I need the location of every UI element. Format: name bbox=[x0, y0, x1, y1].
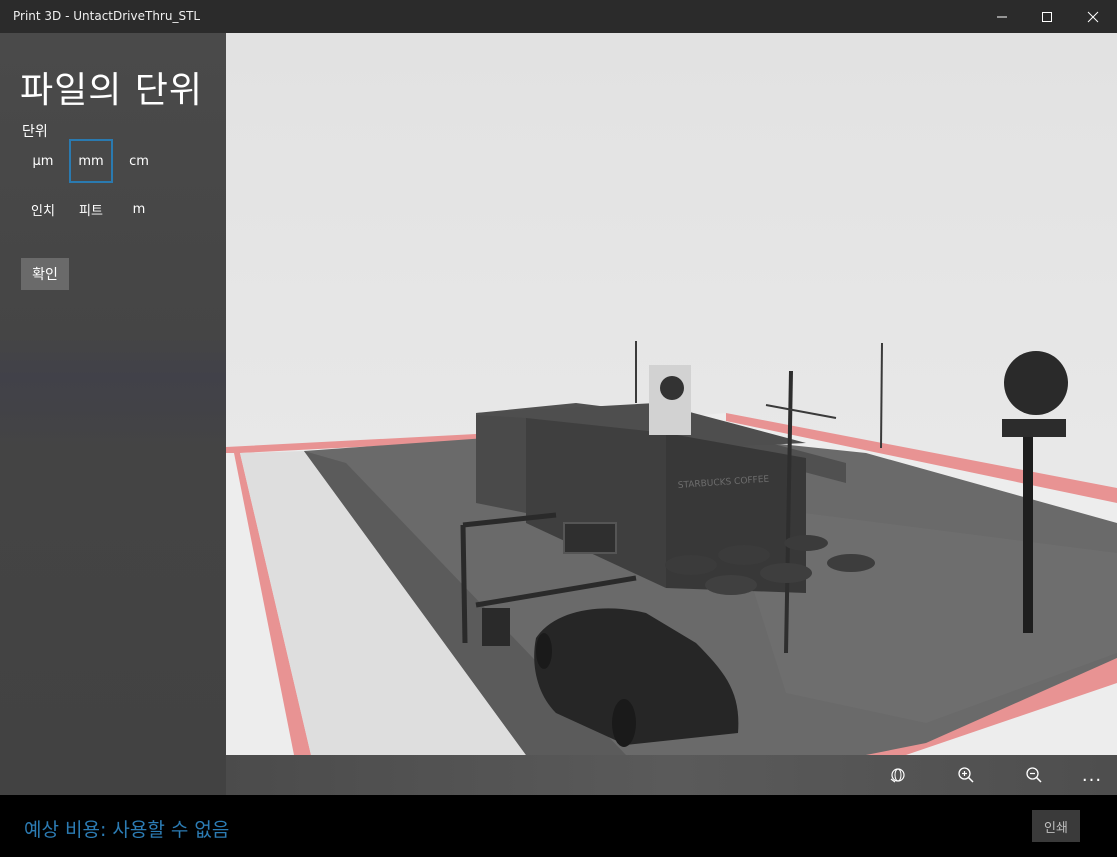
sign-tower bbox=[649, 365, 691, 435]
bottom-bar: 예상 비용: 사용할 수 없음 인쇄 bbox=[0, 795, 1117, 857]
unit-meter-button[interactable]: m bbox=[117, 187, 161, 231]
view-toolbar: ... bbox=[226, 755, 1117, 795]
model-viewport[interactable]: STARBUCKS COFFEE bbox=[226, 33, 1117, 755]
panel-title: 파일의 단위 bbox=[20, 70, 204, 111]
maximize-button[interactable] bbox=[1024, 0, 1070, 33]
title-bar: Print 3D - UntactDriveThru_STL bbox=[0, 0, 1117, 33]
rotate-view-button[interactable] bbox=[881, 755, 915, 795]
scene-render: STARBUCKS COFFEE bbox=[226, 33, 1117, 755]
close-button[interactable] bbox=[1070, 0, 1116, 33]
zoom-in-button[interactable] bbox=[949, 755, 983, 795]
units-panel: 파일의 단위 단위 µm mm cm 인치 피트 m 확인 bbox=[0, 33, 226, 795]
rotate-icon bbox=[890, 768, 905, 783]
maximize-icon bbox=[1042, 11, 1052, 22]
unit-inch-button[interactable]: 인치 bbox=[21, 187, 65, 231]
unit-foot-button[interactable]: 피트 bbox=[69, 187, 113, 231]
more-icon: ... bbox=[1081, 764, 1103, 786]
zoom-out-icon bbox=[1026, 767, 1042, 783]
round-sign bbox=[1004, 351, 1068, 415]
minimize-icon bbox=[997, 16, 1007, 17]
estimated-cost-text: 예상 비용: 사용할 수 없음 bbox=[24, 819, 230, 841]
print-button[interactable]: 인쇄 bbox=[1032, 810, 1080, 842]
unit-centimeter-button[interactable]: cm bbox=[117, 139, 161, 183]
close-icon bbox=[1087, 11, 1099, 22]
more-options-button[interactable]: ... bbox=[1075, 755, 1109, 795]
unit-millimeter-button[interactable]: mm bbox=[69, 139, 113, 183]
minimize-button[interactable] bbox=[979, 0, 1025, 33]
window-title: Print 3D - UntactDriveThru_STL bbox=[13, 9, 201, 23]
unit-label: 단위 bbox=[22, 124, 48, 140]
unit-micrometer-button[interactable]: µm bbox=[21, 139, 65, 183]
confirm-button[interactable]: 확인 bbox=[21, 258, 69, 290]
zoom-out-button[interactable] bbox=[1017, 755, 1051, 795]
zoom-in-icon bbox=[958, 767, 974, 783]
